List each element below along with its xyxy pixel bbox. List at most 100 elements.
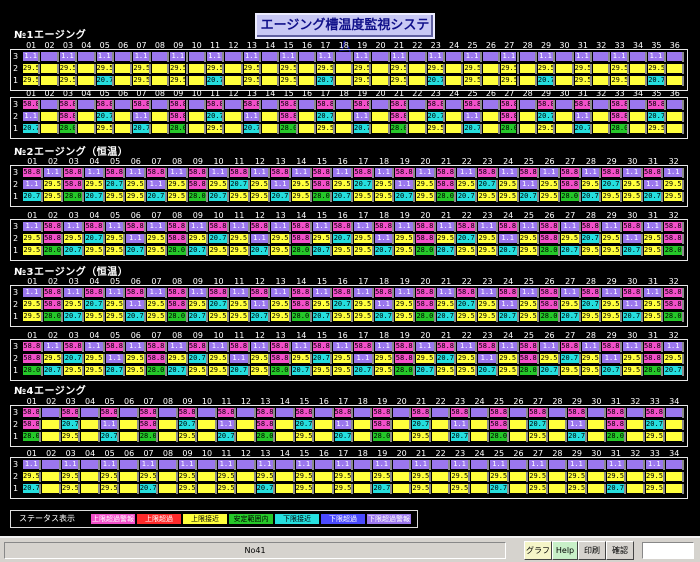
cell-shadow (661, 354, 664, 364)
cell-shadow (56, 52, 59, 62)
cell-shadow (645, 52, 648, 62)
temp-cell: 29.5 (395, 312, 414, 321)
cell-shadow (599, 234, 602, 244)
temp-cell: 20.7 (243, 124, 260, 133)
temp-cell (482, 52, 499, 61)
cell-shadow (39, 420, 42, 430)
cell-shadow (424, 76, 427, 86)
cell-shadow (389, 484, 392, 494)
temp-cell: 1.1 (643, 288, 662, 297)
cell-shadow (578, 300, 581, 310)
temp-cell (666, 112, 682, 121)
cell-shadow (663, 112, 666, 122)
cell-shadow (292, 420, 295, 430)
cell-shadow (331, 408, 334, 418)
cell-shadow (331, 484, 334, 494)
temp-cell: 20.7 (209, 234, 227, 243)
temp-cell: 28.0 (256, 432, 274, 441)
cell-shadow (433, 192, 436, 202)
cell-shadow (123, 222, 126, 232)
cell-shadow (516, 124, 519, 134)
cell-shadow (433, 366, 436, 376)
cell-shadow (406, 52, 409, 62)
cell-shadow (61, 168, 64, 178)
temp-cell (556, 124, 572, 133)
temp-cell (225, 76, 241, 85)
temp-cell: 20.7 (188, 354, 207, 363)
temp-cell: 20.7 (312, 246, 331, 255)
temp-cell (409, 64, 425, 73)
temp-cell (431, 420, 449, 429)
temp-cell: 58.8 (498, 222, 517, 231)
temp-cell: 58.8 (170, 112, 186, 121)
cell-shadow (448, 472, 451, 482)
cell-shadow (277, 64, 280, 74)
temp-cell: 29.5 (464, 76, 480, 85)
cell-shadow (475, 222, 478, 232)
cell-shadow (487, 408, 490, 418)
cell-shadow (537, 234, 540, 244)
help-button[interactable]: Help (552, 541, 578, 560)
cell-shadow (40, 168, 43, 178)
temp-cell (626, 408, 644, 417)
select-dropdown[interactable] (642, 542, 694, 559)
cell-shadow (565, 460, 568, 470)
temp-cell: 20.7 (581, 300, 600, 309)
temp-cell: 1.1 (622, 168, 641, 177)
temp-cell: 29.5 (271, 246, 289, 255)
cell-shadow (314, 124, 317, 134)
cell-shadow (475, 300, 478, 310)
temp-cell: 29.5 (395, 246, 414, 255)
cell-shadow (661, 288, 664, 298)
cell-shadow (78, 408, 81, 418)
temp-cell (151, 76, 168, 85)
temp-cell: 20.7 (436, 312, 455, 321)
cell-shadow (102, 246, 105, 256)
cell-shadow (206, 366, 209, 376)
temp-cell: 20.7 (581, 234, 600, 243)
temp-cell: 29.5 (333, 246, 351, 255)
temp-cell: 58.8 (188, 342, 207, 351)
graph-button[interactable]: グラフ (524, 541, 552, 560)
temp-cell: 1.1 (354, 288, 372, 297)
cell-shadow (433, 300, 436, 310)
cell-shadow (295, 52, 298, 62)
temp-cell: 28.0 (560, 192, 579, 201)
cell-shadow (640, 234, 643, 244)
temp-cell: 29.5 (59, 76, 76, 85)
cell-shadow (506, 472, 509, 482)
cell-shadow (442, 76, 445, 86)
cell-shadow (144, 366, 147, 376)
cell-shadow (557, 312, 560, 322)
temp-cell: 58.8 (167, 234, 186, 243)
cell-shadow (214, 484, 217, 494)
temp-cell (509, 460, 527, 469)
cell-shadow (330, 192, 333, 202)
temp-cell: 1.1 (374, 342, 393, 351)
temp-cell (556, 64, 572, 73)
temp-cell: 20.7 (334, 432, 351, 441)
temp-cell: 29.5 (354, 192, 372, 201)
temp-cell: 20.7 (85, 234, 103, 243)
temp-cell: 58.8 (498, 288, 517, 297)
cell-shadow (247, 366, 250, 376)
cell-shadow (537, 342, 540, 352)
cell-shadow (273, 432, 276, 442)
cell-shadow (599, 366, 602, 376)
temp-cell: 1.1 (457, 168, 476, 177)
cell-shadow (330, 234, 333, 244)
confirm-button[interactable]: 確認 (606, 541, 634, 560)
temp-cell: 20.7 (427, 112, 443, 121)
temp-cell: 20.7 (312, 354, 331, 363)
temp-cell: 58.8 (100, 408, 118, 417)
temp-cell: 20.7 (147, 192, 165, 201)
temp-cell: 20.7 (664, 366, 682, 375)
temp-cell: 58.8 (607, 408, 624, 417)
temp-cell: 58.8 (416, 288, 434, 297)
row-label: 3 (13, 168, 19, 177)
row-label: 1 (13, 366, 19, 375)
temp-cell: 58.8 (395, 342, 414, 351)
cell-shadow (578, 342, 581, 352)
status-swatch: 下限接近 (275, 514, 319, 524)
print-button[interactable]: 印刷 (578, 541, 606, 560)
